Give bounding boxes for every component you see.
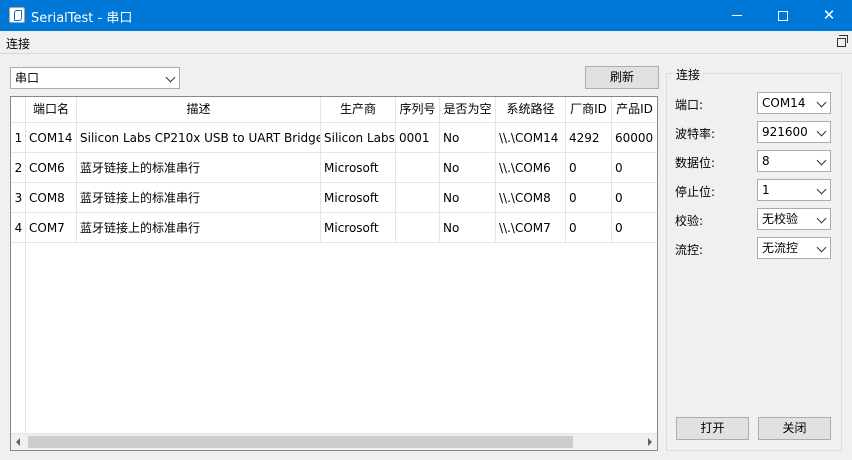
stop-bits-label: 停止位: (675, 185, 716, 199)
cell-vendor-id[interactable]: 4292 (566, 123, 612, 153)
data-bits-select[interactable]: 8 (757, 150, 831, 172)
open-button[interactable]: 打开 (676, 417, 749, 440)
cell-description[interactable]: Silicon Labs CP210x USB to UART Bridge (77, 123, 321, 153)
cell-product-id[interactable]: 60000 (612, 123, 657, 153)
table-header: 端口名 描述 生产商 序列号 是否为空 系统路径 厂商ID 产品ID (11, 97, 657, 123)
dock-header: 连接 (0, 31, 852, 54)
cell-port[interactable]: COM8 (26, 183, 77, 213)
cell-is-null[interactable]: No (440, 183, 496, 213)
maximize-button[interactable] (760, 0, 806, 31)
cell-description[interactable]: 蓝牙链接上的标准串行 (77, 213, 321, 243)
connection-type-select[interactable]: 串口 (10, 67, 180, 89)
parity-value: 无校验 (762, 212, 799, 226)
connection-type-value: 串口 (15, 71, 40, 85)
dock-title: 连接 (6, 37, 31, 51)
cell-product-id[interactable]: 0 (612, 183, 657, 213)
row-number: 4 (11, 213, 26, 243)
close-icon: ✕ (822, 6, 836, 24)
parity-label: 校验: (675, 214, 704, 228)
row-number: 2 (11, 153, 26, 183)
minimize-button[interactable] (714, 0, 760, 31)
cell-manufacturer[interactable]: Microsoft (321, 183, 396, 213)
column-header-vendor-id[interactable]: 厂商ID (566, 97, 612, 123)
chevron-down-icon (816, 242, 827, 253)
maximize-icon (778, 10, 788, 21)
cell-port[interactable]: COM14 (26, 123, 77, 153)
chevron-down-icon (816, 97, 827, 108)
cell-serial[interactable] (396, 183, 440, 213)
data-bits-label: 数据位: (675, 156, 716, 170)
cell-vendor-id[interactable]: 0 (566, 183, 612, 213)
cell-manufacturer[interactable]: Microsoft (321, 213, 396, 243)
flow-control-label: 流控: (675, 243, 704, 257)
cell-product-id[interactable]: 0 (612, 153, 657, 183)
row-number-header (11, 97, 26, 123)
close-button[interactable]: ✕ (806, 0, 852, 31)
chevron-down-icon (816, 155, 827, 166)
stop-bits-select[interactable]: 1 (757, 179, 831, 201)
cell-manufacturer[interactable]: Microsoft (321, 153, 396, 183)
cell-vendor-id[interactable]: 0 (566, 153, 612, 183)
port-label: 端口: (675, 98, 704, 112)
scrollbar-thumb[interactable] (28, 436, 573, 448)
cell-is-null[interactable]: No (440, 153, 496, 183)
dock-float-icon[interactable] (837, 35, 848, 47)
cell-is-null[interactable]: No (440, 213, 496, 243)
scroll-left-icon[interactable] (16, 438, 20, 446)
flow-control-select[interactable]: 无流控 (757, 237, 831, 259)
cell-serial[interactable] (396, 153, 440, 183)
cell-manufacturer[interactable]: Silicon Labs (321, 123, 396, 153)
stop-bits-value: 1 (762, 183, 770, 197)
cell-description[interactable]: 蓝牙链接上的标准串行 (77, 183, 321, 213)
port-select[interactable]: COM14 (757, 92, 831, 114)
app-icon (9, 7, 25, 23)
table-row[interactable]: 4 COM7 蓝牙链接上的标准串行 Microsoft No \\.\COM7 … (11, 213, 657, 243)
cell-description[interactable]: 蓝牙链接上的标准串行 (77, 153, 321, 183)
cell-system-path[interactable]: \\.\COM6 (496, 153, 566, 183)
close-port-button[interactable]: 关闭 (758, 417, 831, 440)
parity-select[interactable]: 无校验 (757, 208, 831, 230)
baud-rate-label: 波特率: (675, 127, 716, 141)
window-title: SerialTest - 串口 (31, 11, 133, 26)
chevron-down-icon (816, 213, 827, 224)
baud-rate-select[interactable]: 921600 (757, 121, 831, 143)
cell-product-id[interactable]: 0 (612, 213, 657, 243)
column-header-product-id[interactable]: 产品ID (612, 97, 657, 123)
scroll-right-icon[interactable] (648, 438, 652, 446)
cell-serial[interactable] (396, 213, 440, 243)
cell-system-path[interactable]: \\.\COM7 (496, 213, 566, 243)
cell-port[interactable]: COM7 (26, 213, 77, 243)
minimize-icon (732, 15, 742, 16)
horizontal-scrollbar[interactable] (11, 433, 657, 450)
cell-vendor-id[interactable]: 0 (566, 213, 612, 243)
port-table: 端口名 描述 生产商 序列号 是否为空 系统路径 厂商ID 产品ID 1 COM… (10, 96, 658, 451)
column-header-serial[interactable]: 序列号 (396, 97, 440, 123)
cell-port[interactable]: COM6 (26, 153, 77, 183)
column-header-manufacturer[interactable]: 生产商 (321, 97, 396, 123)
refresh-button[interactable]: 刷新 (585, 66, 659, 89)
cell-system-path[interactable]: \\.\COM8 (496, 183, 566, 213)
table-row[interactable]: 3 COM8 蓝牙链接上的标准串行 Microsoft No \\.\COM8 … (11, 183, 657, 213)
data-bits-value: 8 (762, 154, 770, 168)
column-header-port[interactable]: 端口名 (26, 97, 77, 123)
chevron-down-icon (165, 72, 176, 83)
cell-system-path[interactable]: \\.\COM14 (496, 123, 566, 153)
chevron-down-icon (816, 184, 827, 195)
cell-serial[interactable]: 0001 (396, 123, 440, 153)
baud-rate-value: 921600 (762, 125, 808, 139)
column-header-system-path[interactable]: 系统路径 (496, 97, 566, 123)
row-number: 3 (11, 183, 26, 213)
group-title: 连接 (673, 66, 704, 83)
title-bar: SerialTest - 串口 ✕ (0, 0, 852, 31)
row-number: 1 (11, 123, 26, 153)
table-row[interactable]: 2 COM6 蓝牙链接上的标准串行 Microsoft No \\.\COM6 … (11, 153, 657, 183)
table-row[interactable]: 1 COM14 Silicon Labs CP210x USB to UART … (11, 123, 657, 153)
column-header-description[interactable]: 描述 (77, 97, 321, 123)
flow-control-value: 无流控 (762, 241, 799, 255)
chevron-down-icon (816, 126, 827, 137)
cell-is-null[interactable]: No (440, 123, 496, 153)
column-header-is-null[interactable]: 是否为空 (440, 97, 496, 123)
port-value: COM14 (762, 96, 806, 110)
